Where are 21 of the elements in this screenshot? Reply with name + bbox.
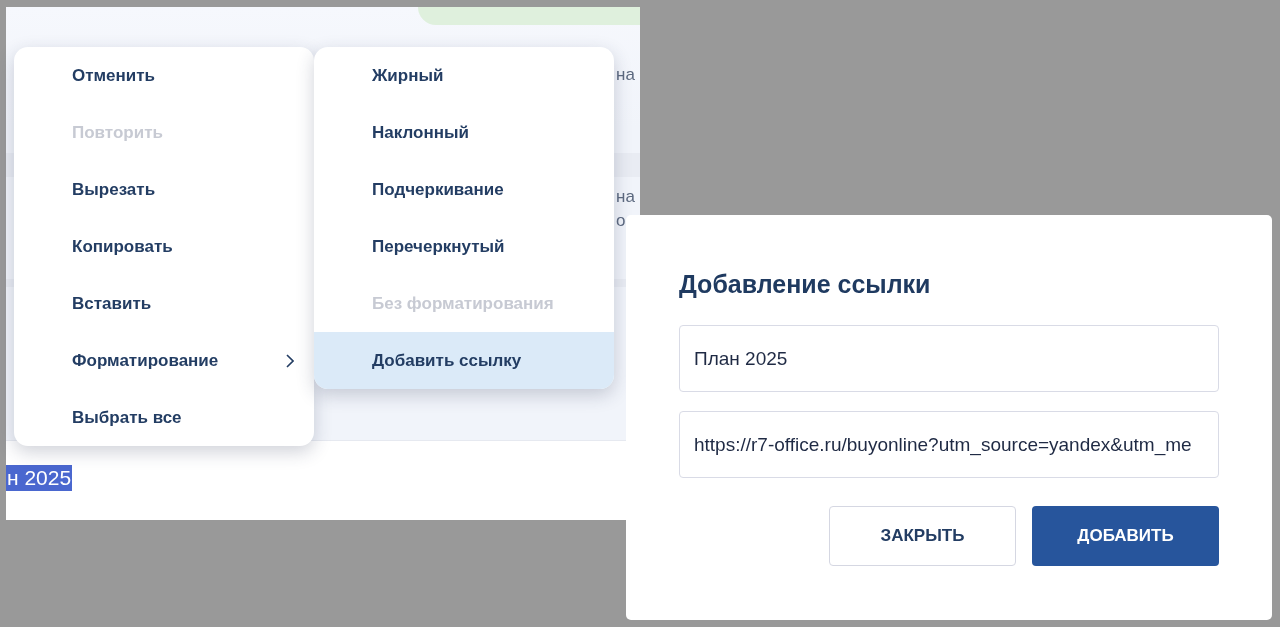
menu-item[interactable]: Вырезать [14,161,314,218]
text-field[interactable]: План 2025 [679,325,1219,392]
url-field[interactable]: https://r7-office.ru/buyonline?utm_source=yandex&utm_me [679,411,1219,478]
menu-item[interactable]: Отменить [14,47,314,104]
page-text: на [616,187,635,207]
add-button[interactable]: ДОБАВИТЬ [1032,506,1219,566]
menu-item[interactable]: Жирный [314,47,614,104]
dialog-title: Добавление ссылки [679,270,932,299]
close-button[interactable]: ЗАКРЫТЬ [829,506,1016,566]
menu-item[interactable]: Вставить [14,275,314,332]
menu-item[interactable]: Копировать [14,218,314,275]
menu-item[interactable]: Добавить ссылку [314,332,614,389]
menu-item[interactable]: Наклонный [314,104,614,161]
selected-text: н 2025 [6,465,73,491]
page-text: на [616,65,635,85]
menu-item[interactable]: Форматирование [14,332,314,389]
page-text: о [616,211,626,231]
chevron-right-icon [286,353,294,368]
menu-item[interactable]: Выбрать все [14,389,314,446]
menu-item[interactable]: Перечеркнутый [314,218,614,275]
menu-item[interactable]: Подчеркивание [314,161,614,218]
